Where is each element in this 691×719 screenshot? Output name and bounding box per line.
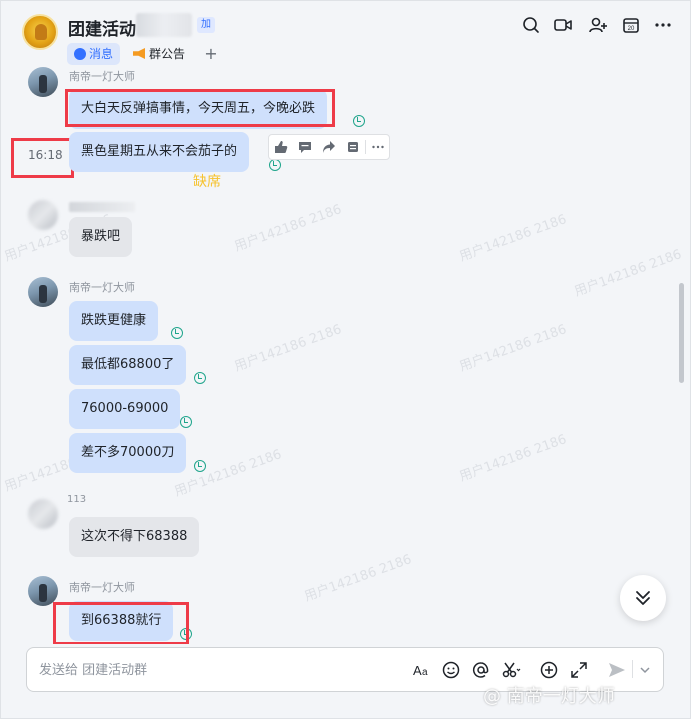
sender-name: 南帝一灯大师 [69, 70, 135, 83]
sender-name-redacted [69, 202, 135, 212]
message-bubble[interactable]: 跌跌更健康 [69, 301, 159, 341]
tab-group-notice-label: 群公告 [149, 47, 186, 61]
send-icon[interactable] [607, 660, 627, 680]
read-receipt-icon [353, 115, 365, 127]
watermark: 用户142186 2186 [572, 247, 684, 300]
sender-name: 南帝一灯大师 [69, 281, 135, 294]
read-receipt-icon [194, 460, 206, 472]
avatar[interactable] [28, 499, 58, 529]
more-actions-icon[interactable] [366, 135, 390, 159]
watermark: 用户142186 2186 [302, 552, 414, 605]
external-tag: 加 [197, 17, 215, 33]
group-avatar[interactable] [22, 14, 58, 50]
tab-messages[interactable]: 消息 [67, 43, 121, 65]
chevron-down-icon[interactable] [638, 660, 652, 680]
tab-messages-label: 消息 [89, 47, 114, 61]
reply-icon[interactable] [293, 135, 317, 159]
footer-watermark: @ 南帝一灯大师 [483, 686, 615, 707]
scroll-to-bottom-button[interactable] [620, 575, 666, 621]
message-action-bar [268, 134, 390, 160]
avatar[interactable] [28, 277, 58, 307]
calendar-icon[interactable]: 20 [621, 15, 641, 35]
message-list[interactable]: 用户142186 2186 用户142186 2186 用户142186 218… [1, 67, 690, 644]
svg-text:A: A [413, 663, 422, 678]
chat-title[interactable]: 团建活动 [68, 15, 136, 40]
read-receipt-icon [194, 372, 206, 384]
text-format-icon[interactable]: Aa [412, 660, 432, 680]
mention-icon[interactable] [471, 660, 491, 680]
highlight-box [65, 89, 335, 127]
sender-name: 南帝一灯大师 [69, 581, 135, 594]
chat-bubble-icon [74, 48, 86, 60]
double-chevron-down-icon [636, 591, 650, 605]
pin-message-icon[interactable] [341, 135, 365, 159]
read-receipt-icon [171, 327, 183, 339]
highlight-box [11, 138, 74, 178]
thumbs-up-icon[interactable] [269, 135, 293, 159]
message-input[interactable] [39, 659, 399, 681]
calendar-day: 20 [628, 26, 635, 32]
avatar[interactable] [28, 200, 58, 230]
scrollbar[interactable] [679, 283, 684, 383]
watermark: 用户142186 2186 [232, 202, 344, 255]
screenshot-icon[interactable] [501, 660, 521, 680]
message-bubble[interactable]: 差不多70000刀 [69, 433, 187, 473]
add-tab-button[interactable]: + [203, 43, 219, 65]
annotation-text: 缺席 [193, 174, 221, 190]
video-call-icon[interactable] [553, 15, 573, 35]
chat-window: 团建活动 加 消息 群公告 + 20 用户142186 2186 用户14218… [0, 0, 691, 719]
sender-name: 113 [67, 494, 87, 505]
tab-group-notice[interactable]: 群公告 [131, 43, 185, 65]
add-member-icon[interactable] [588, 15, 608, 35]
more-icon[interactable] [653, 15, 673, 35]
highlight-box [53, 602, 189, 644]
svg-text:a: a [422, 667, 428, 678]
forward-icon[interactable] [317, 135, 341, 159]
expand-icon[interactable] [569, 660, 589, 680]
emoji-icon[interactable] [441, 660, 461, 680]
message-bubble[interactable]: 暴跌吧 [69, 217, 133, 257]
divider [632, 660, 633, 678]
avatar[interactable] [28, 67, 58, 97]
read-receipt-icon [269, 159, 281, 171]
redacted-title-blur [136, 13, 192, 37]
message-bubble[interactable]: 76000-69000 [69, 389, 181, 429]
watermark: 用户142186 2186 [457, 432, 569, 485]
read-receipt-icon [180, 416, 192, 428]
chat-header: 团建活动 加 消息 群公告 + 20 [1, 1, 690, 67]
message-bubble[interactable]: 这次不得下68388 [69, 517, 200, 557]
watermark: 用户142186 2186 [232, 322, 344, 375]
message-bubble[interactable]: 黑色星期五从来不会茄子的 [69, 132, 250, 172]
watermark: 用户142186 2186 [457, 212, 569, 265]
megaphone-icon [133, 48, 145, 59]
watermark: 用户142186 2186 [457, 322, 569, 375]
search-icon[interactable] [521, 15, 541, 35]
message-bubble[interactable]: 最低都68800了 [69, 345, 187, 385]
add-icon[interactable] [539, 660, 559, 680]
watermark: 用户142186 2186 [172, 447, 284, 500]
